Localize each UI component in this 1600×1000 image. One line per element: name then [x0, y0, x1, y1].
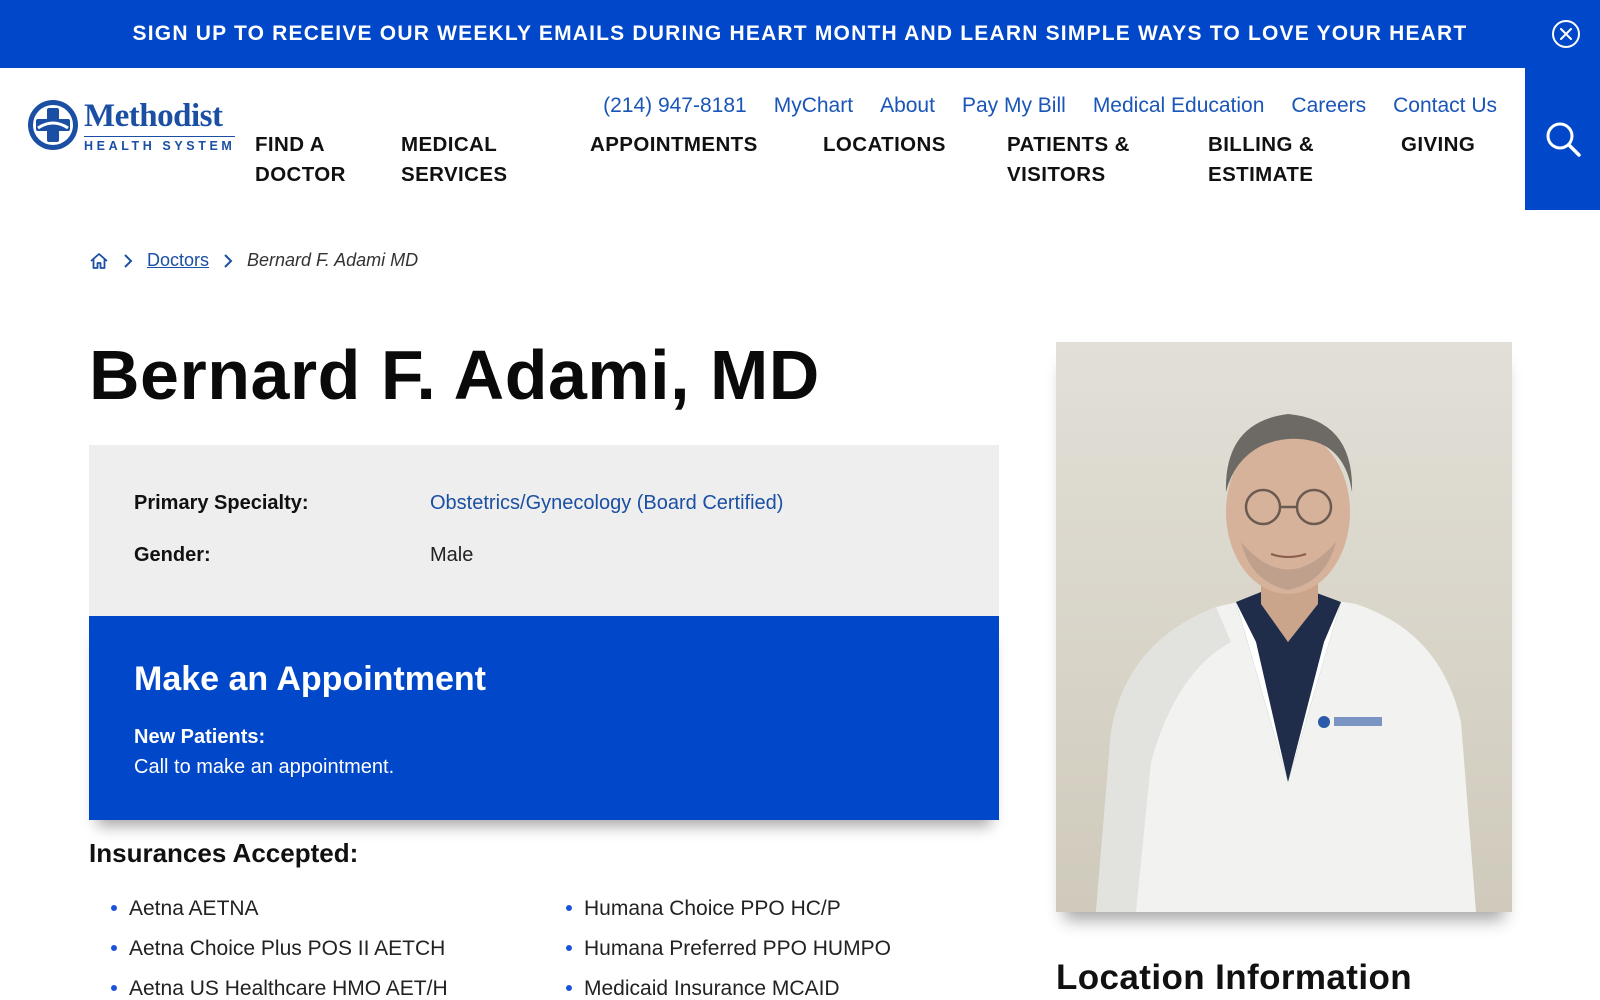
nav-patients-visitors[interactable]: PATIENTS & VISITORS: [1007, 130, 1130, 190]
doctor-photo: [1056, 342, 1512, 912]
nav-label-line: DOCTOR: [255, 163, 346, 186]
nav-label-line: APPOINTMENTS: [590, 133, 758, 156]
doctor-portrait-illustration: [1096, 414, 1476, 912]
nav-locations[interactable]: LOCATIONS: [823, 130, 946, 160]
nav-label-line: MEDICAL: [401, 133, 498, 156]
nav-label-line: BILLING &: [1208, 133, 1315, 156]
utility-link-contact-us[interactable]: Contact Us: [1393, 94, 1497, 118]
methodist-logo[interactable]: Methodist HEALTH SYSTEM: [26, 98, 236, 153]
nav-label-line: SERVICES: [401, 163, 508, 186]
list-item: Aetna Choice Plus POS II AETCH: [89, 935, 448, 975]
insurances-heading: Insurances Accepted:: [89, 838, 359, 868]
appointment-title: Make an Appointment: [134, 660, 486, 698]
insurance-list-left: Aetna AETNA Aetna Choice Plus POS II AET…: [89, 895, 448, 1000]
logo-wordmark: Methodist HEALTH SYSTEM: [84, 98, 236, 153]
location-heading: Location Information: [1056, 958, 1413, 997]
nav-giving[interactable]: GIVING: [1401, 130, 1475, 160]
nav-label-line: VISITORS: [1007, 163, 1106, 186]
appointment-card: Make an Appointment New Patients: Call t…: [89, 616, 999, 820]
home-icon[interactable]: [89, 251, 109, 271]
breadcrumb-doctors-link[interactable]: Doctors: [147, 250, 209, 271]
utility-link-pay-bill[interactable]: Pay My Bill: [962, 94, 1066, 118]
nav-label-line: LOCATIONS: [823, 133, 946, 156]
list-item: Aetna AETNA: [89, 895, 448, 935]
chevron-right-icon: [123, 253, 133, 269]
doctor-info-card: Primary Specialty: Obstetrics/Gynecology…: [89, 445, 999, 616]
list-item: Aetna US Healthcare HMO AET/H: [89, 975, 448, 1000]
logo-subtitle: HEALTH SYSTEM: [84, 136, 236, 153]
utility-link-careers[interactable]: Careers: [1291, 94, 1366, 118]
specialty-label: Primary Specialty:: [134, 492, 309, 514]
nav-appointments[interactable]: APPOINTMENTS: [590, 130, 758, 160]
utility-link-phone[interactable]: (214) 947-8181: [603, 94, 747, 118]
search-button[interactable]: [1525, 68, 1600, 210]
new-patients-text: Call to make an appointment.: [134, 756, 395, 778]
breadcrumb: Doctors Bernard F. Adami MD: [89, 250, 418, 271]
breadcrumb-current: Bernard F. Adami MD: [247, 250, 419, 270]
utility-link-mychart[interactable]: MyChart: [774, 94, 853, 118]
utility-link-medical-education[interactable]: Medical Education: [1093, 94, 1265, 118]
nav-label-line: PATIENTS &: [1007, 133, 1130, 156]
nav-label-line: FIND A: [255, 133, 325, 156]
utility-link-about[interactable]: About: [880, 94, 935, 118]
gender-label: Gender:: [134, 544, 211, 566]
list-item: Humana Preferred PPO HUMPO: [544, 935, 891, 975]
nav-find-a-doctor[interactable]: FIND A DOCTOR: [255, 130, 346, 190]
close-icon: [1560, 28, 1572, 40]
search-icon: [1546, 122, 1581, 157]
nav-medical-services[interactable]: MEDICAL SERVICES: [401, 130, 508, 190]
new-patients-label: New Patients:: [134, 726, 266, 748]
methodist-cross-logo-icon: [28, 100, 78, 150]
gender-value: Male: [430, 544, 474, 566]
gender-row: Gender: Male: [134, 544, 473, 567]
utility-nav: (214) 947-8181 MyChart About Pay My Bill…: [603, 94, 1497, 118]
banner-close-button[interactable]: [1552, 20, 1580, 48]
list-item: Medicaid Insurance MCAID: [544, 975, 891, 1000]
insurance-list-right: Humana Choice PPO HC/P Humana Preferred …: [544, 895, 891, 1000]
logo-name: Methodist: [84, 98, 223, 134]
specialty-link[interactable]: Obstetrics/Gynecology (Board Certified): [430, 492, 783, 515]
promo-banner-text: SIGN UP TO RECEIVE OUR WEEKLY EMAILS DUR…: [132, 22, 1468, 45]
site-header: Methodist HEALTH SYSTEM (214) 947-8181 M…: [0, 68, 1600, 210]
nav-label-line: GIVING: [1401, 133, 1476, 156]
nav-billing-estimate[interactable]: BILLING & ESTIMATE: [1208, 130, 1314, 190]
nav-label-line: ESTIMATE: [1208, 163, 1314, 186]
chevron-right-icon: [223, 253, 233, 269]
promo-banner: SIGN UP TO RECEIVE OUR WEEKLY EMAILS DUR…: [0, 0, 1600, 68]
list-item: Humana Choice PPO HC/P: [544, 895, 891, 935]
specialty-row: Primary Specialty: Obstetrics/Gynecology…: [134, 492, 783, 515]
page-title: Bernard F. Adami, MD: [89, 336, 820, 414]
